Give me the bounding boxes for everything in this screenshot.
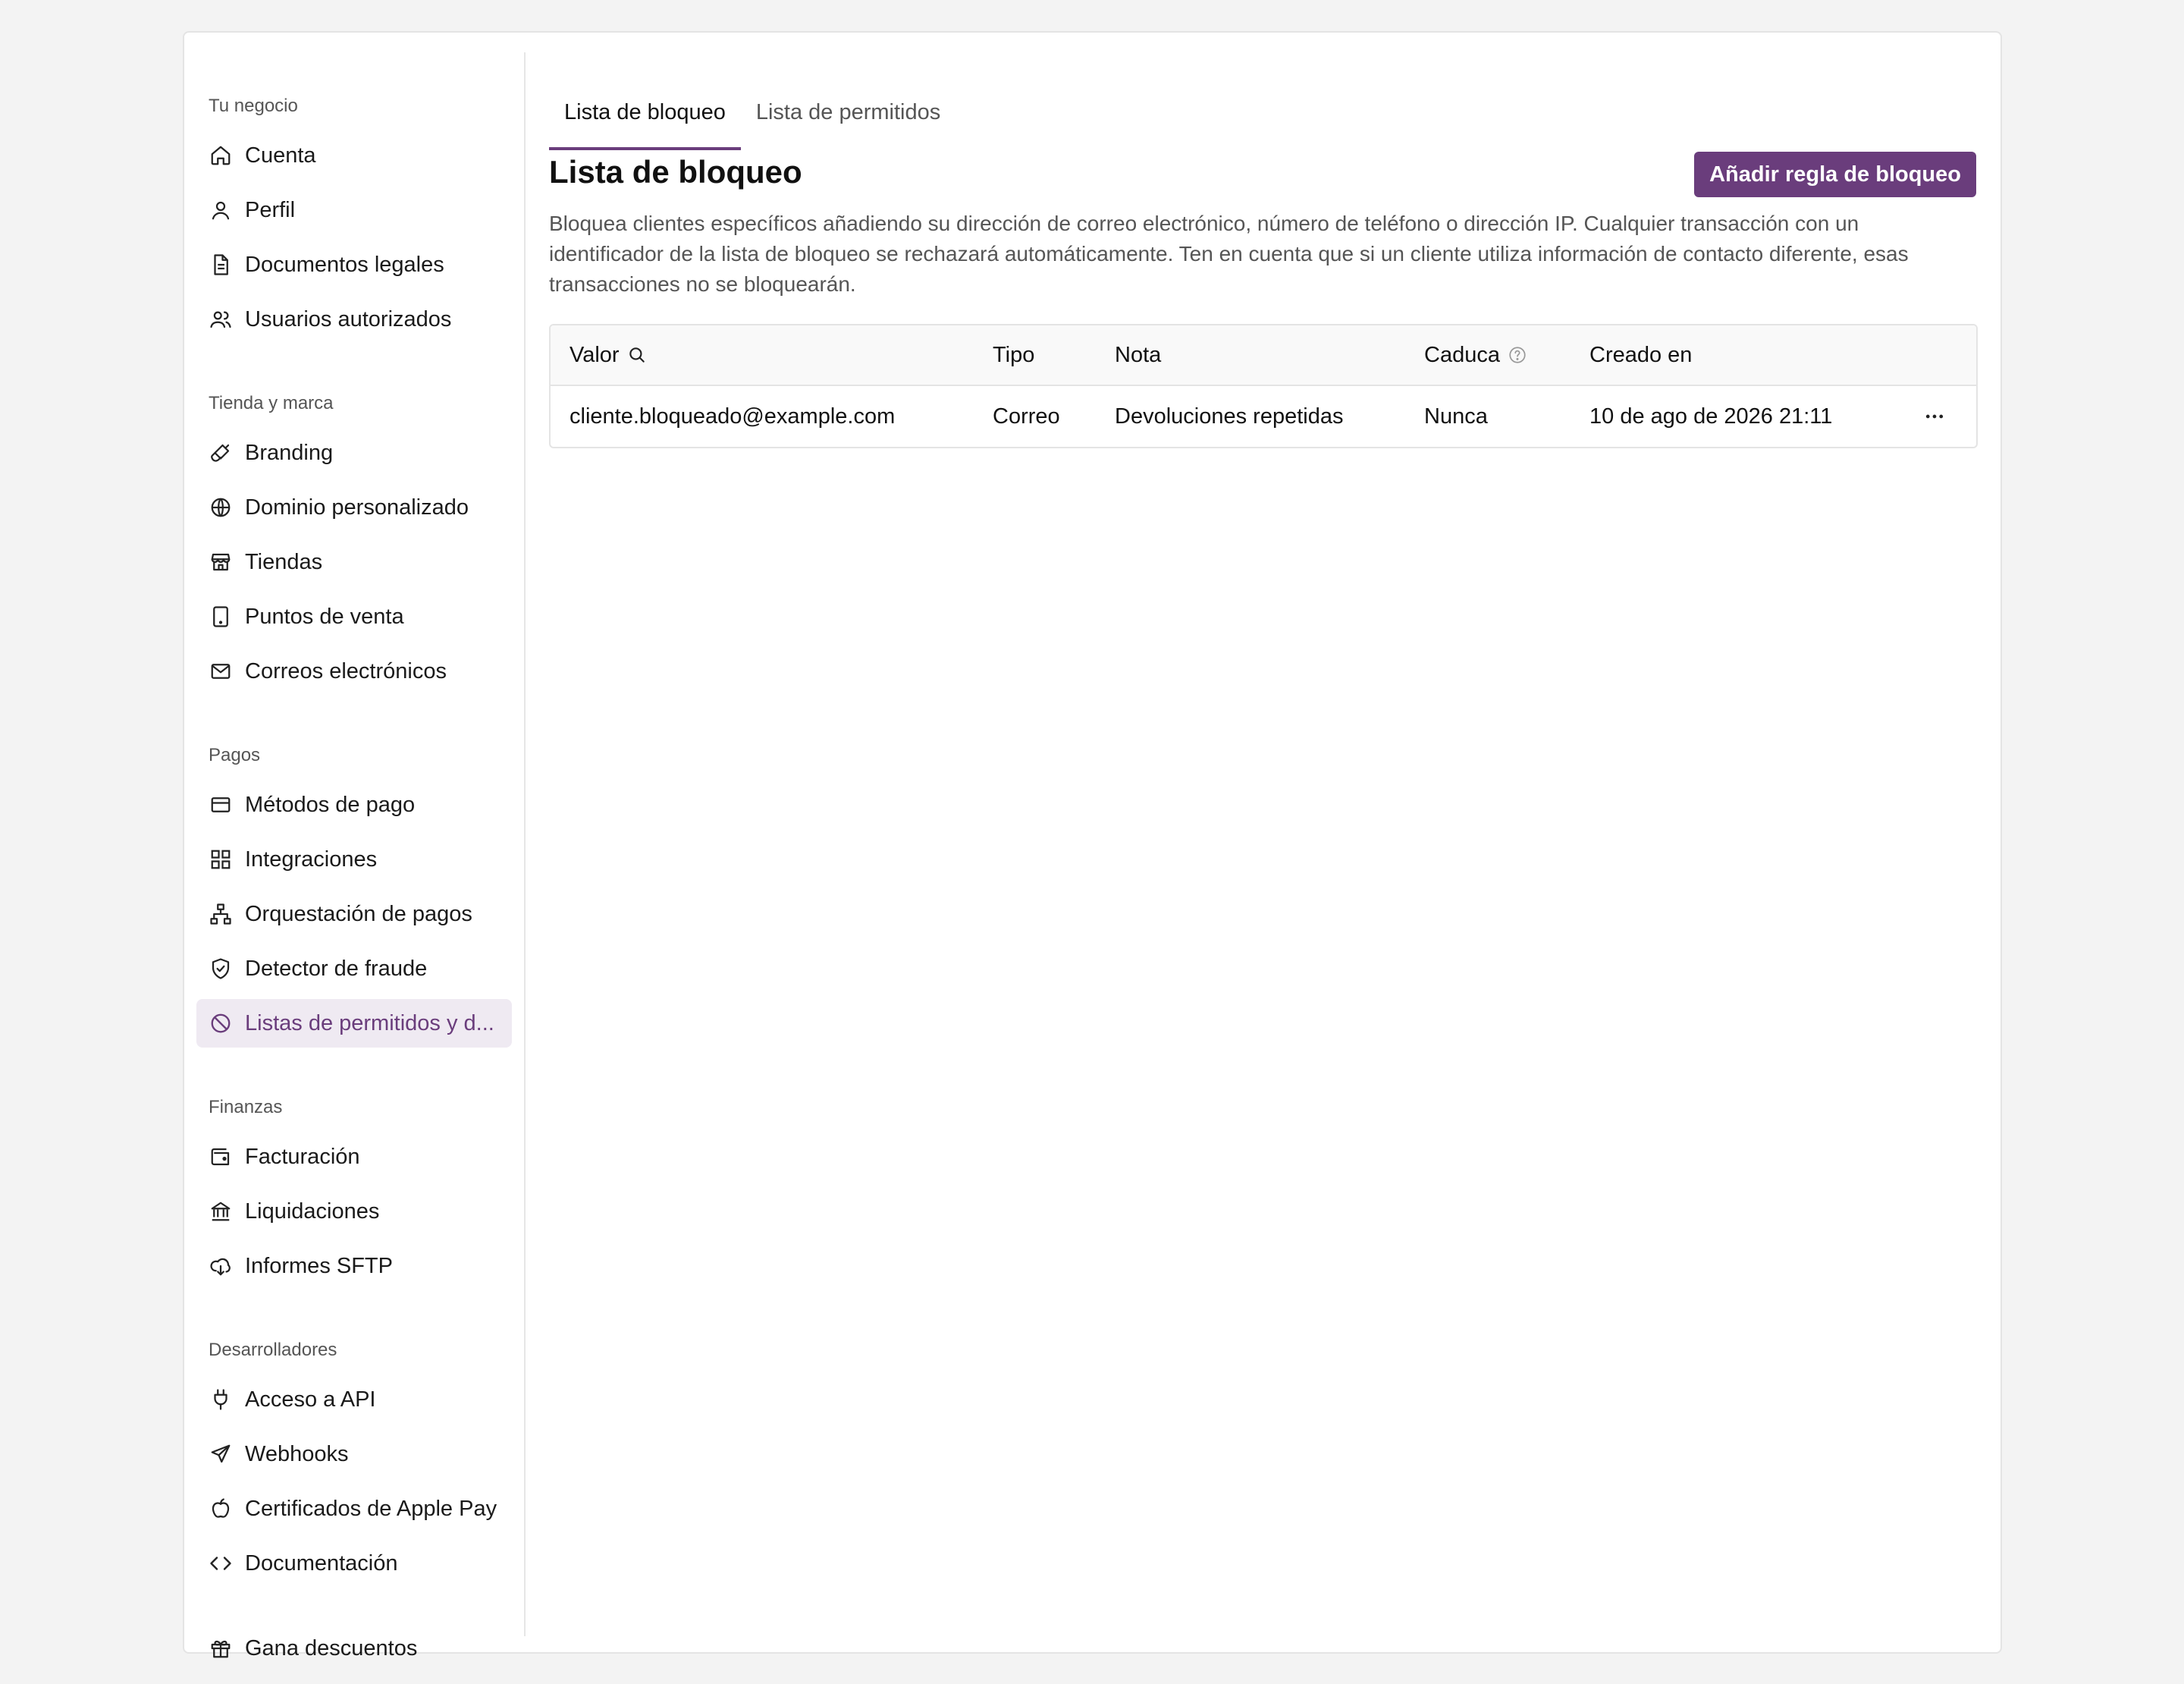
sidebar-item-label: Webhooks xyxy=(245,1441,349,1466)
sidebar-item-label: Puntos de venta xyxy=(245,604,404,629)
sidebar-item-listas-de-permitidos[interactable]: Listas de permitidos y d... xyxy=(196,999,512,1048)
sidebar-item-label: Gana descuentos xyxy=(245,1635,418,1660)
tab-lista-de-permitidos[interactable]: Lista de permitidos xyxy=(741,74,956,150)
user-icon xyxy=(209,198,233,222)
grid-icon xyxy=(209,847,233,872)
sidebar-item-label: Usuarios autorizados xyxy=(245,306,452,331)
sidebar-item-label: Métodos de pago xyxy=(245,792,416,817)
sidebar-item-detector-de-fraude[interactable]: Detector de fraude xyxy=(196,944,512,993)
group-label-desarrolladores: Desarrolladores xyxy=(209,1340,337,1360)
cell-caduca: Nunca xyxy=(1424,404,1488,429)
sidebar-item-perfil[interactable]: Perfil xyxy=(196,186,512,234)
tab-lista-de-bloqueo[interactable]: Lista de bloqueo xyxy=(549,74,741,150)
sidebar-item-label: Documentos legales xyxy=(245,252,444,277)
sidebar-item-puntos-de-venta[interactable]: Puntos de venta xyxy=(196,592,512,641)
cell-valor: cliente.bloqueado@example.com xyxy=(570,404,896,429)
sidebar-item-label: Detector de fraude xyxy=(245,956,428,981)
sidebar-item-label: Branding xyxy=(245,440,334,465)
ban-icon xyxy=(209,1011,233,1035)
apple-icon xyxy=(209,1497,233,1521)
sidebar-item-correos-electronicos[interactable]: Correos electrónicos xyxy=(196,647,512,696)
sidebar-item-label: Facturación xyxy=(245,1144,360,1169)
group-label-finanzas: Finanzas xyxy=(209,1097,283,1117)
help-icon[interactable] xyxy=(1508,345,1527,365)
main-content: Lista de bloqueo Lista de permitidos Lis… xyxy=(549,33,2000,1652)
sidebar-item-label: Correos electrónicos xyxy=(245,658,447,683)
credit-card-icon xyxy=(209,793,233,817)
sidebar-item-label: Certificados de Apple Pay xyxy=(245,1496,497,1521)
network-icon xyxy=(209,902,233,926)
gift-icon xyxy=(209,1636,233,1660)
cell-tipo: Correo xyxy=(993,404,1060,429)
search-icon[interactable] xyxy=(627,345,647,365)
cell-nota: Devoluciones repetidas xyxy=(1115,404,1344,429)
sidebar-item-documentos-legales[interactable]: Documentos legales xyxy=(196,240,512,289)
cloud-download-icon xyxy=(209,1254,233,1278)
blocklist-table: Valor Tipo Nota Caduca Creado en cliente… xyxy=(549,324,1978,448)
settings-panel: Tu negocio Cuenta Perfil Documentos lega… xyxy=(183,31,2002,1660)
globe-icon xyxy=(209,495,233,520)
sidebar-item-gana-descuentos[interactable]: Gana descuentos xyxy=(196,1624,512,1673)
sidebar-item-certificados-apple-pay[interactable]: Certificados de Apple Pay xyxy=(196,1484,512,1533)
home-icon xyxy=(209,143,233,168)
sidebar-item-informes-sftp[interactable]: Informes SFTP xyxy=(196,1242,512,1290)
group-label-tienda-y-marca: Tienda y marca xyxy=(209,393,334,413)
sidebar-item-tiendas[interactable]: Tiendas xyxy=(196,538,512,586)
column-header-valor[interactable]: Valor xyxy=(570,325,647,385)
sidebar-item-label: Dominio personalizado xyxy=(245,495,469,520)
sidebar-item-acceso-a-api[interactable]: Acceso a API xyxy=(196,1375,512,1424)
column-header-nota: Nota xyxy=(1115,342,1162,367)
sidebar-item-label: Informes SFTP xyxy=(245,1253,393,1278)
sidebar-item-label: Integraciones xyxy=(245,847,378,872)
sidebar: Tu negocio Cuenta Perfil Documentos lega… xyxy=(184,52,526,1660)
sidebar-item-facturacion[interactable]: Facturación xyxy=(196,1133,512,1181)
sidebar-item-label: Cuenta xyxy=(245,143,316,168)
bank-icon xyxy=(209,1199,233,1224)
sidebar-item-label: Documentación xyxy=(245,1550,398,1576)
sidebar-item-orquestacion-de-pagos[interactable]: Orquestación de pagos xyxy=(196,890,512,938)
brush-icon xyxy=(209,441,233,465)
plug-icon xyxy=(209,1387,233,1412)
sidebar-item-label: Perfil xyxy=(245,197,296,222)
sidebar-item-label: Tiendas xyxy=(245,549,323,574)
sidebar-item-webhooks[interactable]: Webhooks xyxy=(196,1430,512,1478)
column-header-tipo: Tipo xyxy=(993,342,1035,367)
store-icon xyxy=(209,550,233,574)
shield-check-icon xyxy=(209,957,233,981)
sidebar-item-label: Listas de permitidos y d... xyxy=(245,1010,494,1035)
sidebar-item-branding[interactable]: Branding xyxy=(196,429,512,477)
table-header: Valor Tipo Nota Caduca Creado en xyxy=(551,325,1976,386)
column-header-label: Caduca xyxy=(1424,342,1500,367)
tab-bar: Lista de bloqueo Lista de permitidos xyxy=(549,74,956,150)
sidebar-item-cuenta[interactable]: Cuenta xyxy=(196,131,512,180)
table-row: cliente.bloqueado@example.com Correo Dev… xyxy=(551,386,1976,447)
wallet-icon xyxy=(209,1145,233,1169)
sidebar-item-documentacion[interactable]: Documentación xyxy=(196,1539,512,1588)
send-icon xyxy=(209,1442,233,1466)
column-header-caduca: Caduca xyxy=(1424,325,1527,385)
cell-creado-en: 10 de ago de 2026 21:11 xyxy=(1589,404,1833,429)
tablet-icon xyxy=(209,605,233,629)
page-description: Bloquea clientes específicos añadiendo s… xyxy=(549,212,1909,296)
more-options-icon[interactable] xyxy=(1923,386,1946,447)
code-icon xyxy=(209,1551,233,1576)
users-icon xyxy=(209,307,233,331)
add-block-rule-button[interactable]: Añadir regla de bloqueo xyxy=(1694,152,1976,197)
page-title: Lista de bloqueo xyxy=(549,154,802,190)
sidebar-item-label: Liquidaciones xyxy=(245,1199,380,1224)
column-header-label: Valor xyxy=(570,342,620,367)
group-label-pagos: Pagos xyxy=(209,745,261,765)
sidebar-item-metodos-de-pago[interactable]: Métodos de pago xyxy=(196,781,512,829)
group-label-tu-negocio: Tu negocio xyxy=(209,96,298,116)
sidebar-item-label: Orquestación de pagos xyxy=(245,901,472,926)
sidebar-item-dominio-personalizado[interactable]: Dominio personalizado xyxy=(196,483,512,532)
sidebar-item-label: Acceso a API xyxy=(245,1387,376,1412)
mail-icon xyxy=(209,659,233,683)
sidebar-item-usuarios-autorizados[interactable]: Usuarios autorizados xyxy=(196,295,512,344)
document-icon xyxy=(209,253,233,277)
sidebar-item-integraciones[interactable]: Integraciones xyxy=(196,835,512,884)
column-header-creado-en: Creado en xyxy=(1589,342,1693,367)
sidebar-item-liquidaciones[interactable]: Liquidaciones xyxy=(196,1187,512,1236)
